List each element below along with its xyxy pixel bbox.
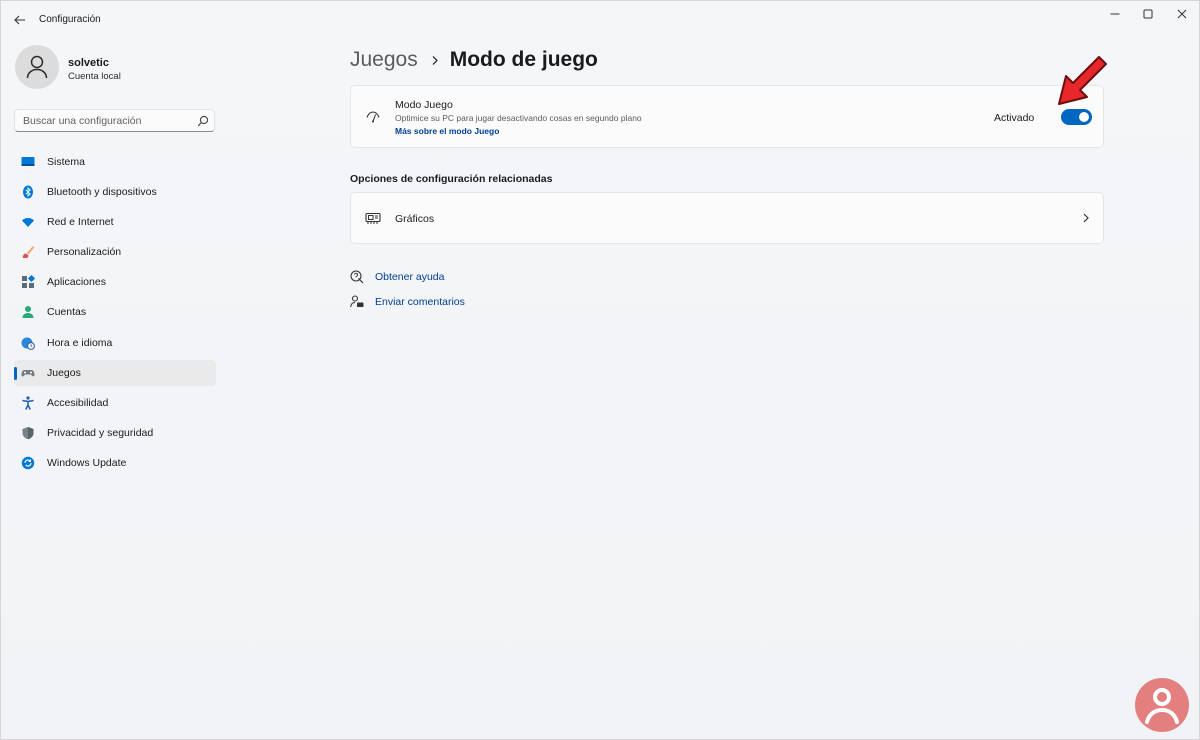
sidebar-item-label: Privacidad y seguridad xyxy=(47,426,154,439)
wifi-icon xyxy=(22,218,34,228)
graphics-card[interactable]: Gráficos xyxy=(350,192,1104,244)
sidebar-item-cuentas[interactable]: Cuentas xyxy=(14,299,216,325)
accessibility-icon xyxy=(22,396,34,410)
sidebar-item-privacidad[interactable]: Privacidad y seguridad xyxy=(14,420,216,446)
feedback-icon xyxy=(350,295,364,308)
minimize-icon xyxy=(1110,13,1120,15)
chevron-right-icon xyxy=(1083,213,1089,223)
app-title: Configuración xyxy=(39,14,101,25)
toggle-knob xyxy=(1079,112,1089,122)
send-feedback-label: Enviar comentarios xyxy=(375,296,465,308)
watermark-logo xyxy=(1135,678,1189,732)
sidebar-item-label: Juegos xyxy=(47,366,81,379)
globe-clock-icon xyxy=(21,337,35,350)
search-box[interactable] xyxy=(14,109,215,132)
game-mode-more-link[interactable]: Más sobre el modo Juego xyxy=(395,126,499,136)
user-name: solvetic xyxy=(68,57,109,69)
gamepad-icon xyxy=(21,369,35,377)
game-mode-icon xyxy=(366,111,380,123)
account-type: Cuenta local xyxy=(68,71,121,82)
breadcrumb: Juegos Modo de juego xyxy=(350,45,598,75)
chevron-right-icon xyxy=(431,55,439,66)
graphics-label: Gráficos xyxy=(395,213,435,225)
game-mode-toggle[interactable] xyxy=(1061,109,1092,125)
page-title: Modo de juego xyxy=(449,48,598,71)
minimize-button[interactable] xyxy=(1097,5,1133,23)
sidebar-item-red[interactable]: Red e Internet xyxy=(14,209,216,235)
sidebar-item-hora[interactable]: Hora e idioma xyxy=(14,330,216,356)
update-icon xyxy=(21,456,35,470)
sidebar-item-label: Sistema xyxy=(47,156,85,168)
person-icon xyxy=(22,306,34,319)
sidebar-item-sistema[interactable]: Sistema xyxy=(14,149,216,175)
sidebar-item-label: Aplicaciones xyxy=(47,276,106,289)
sidebar-item-juegos[interactable]: Juegos xyxy=(14,359,216,386)
game-mode-card: Modo Juego Optimice su PC para jugar des… xyxy=(350,85,1104,148)
title-bar: Configuración xyxy=(1,1,1199,37)
sidebar-item-aplicaciones[interactable]: Aplicaciones xyxy=(14,269,216,295)
arrow-left-icon xyxy=(14,15,25,25)
search-input[interactable] xyxy=(15,110,185,131)
game-mode-state-label: Activado xyxy=(994,112,1035,124)
maximize-icon xyxy=(1143,9,1153,19)
get-help-label: Obtener ayuda xyxy=(375,271,445,283)
close-button[interactable] xyxy=(1164,5,1200,23)
system-icon xyxy=(21,157,35,166)
sidebar-item-bluetooth[interactable]: Bluetooth y dispositivos xyxy=(14,179,216,205)
game-mode-description: Optimice su PC para jugar desactivando c… xyxy=(395,113,642,123)
search-icon[interactable] xyxy=(197,115,209,127)
brush-icon xyxy=(22,246,34,259)
active-indicator xyxy=(14,366,17,380)
apps-icon xyxy=(22,275,35,289)
sidebar-item-windows-update[interactable]: Windows Update xyxy=(14,450,216,476)
bluetooth-icon xyxy=(23,185,33,199)
sidebar-item-label: Accesibilidad xyxy=(47,396,109,409)
back-button[interactable] xyxy=(9,9,31,31)
close-icon xyxy=(1177,9,1187,19)
related-settings-heading: Opciones de configuración relacionadas xyxy=(350,173,553,185)
sidebar-nav: Sistema Bluetooth y dispositivos Red e I… xyxy=(14,149,216,480)
sidebar-item-accesibilidad[interactable]: Accesibilidad xyxy=(14,390,216,416)
avatar[interactable] xyxy=(15,45,59,89)
graphics-card-icon xyxy=(365,212,381,224)
red-arrow-icon xyxy=(1058,56,1107,105)
shield-icon xyxy=(22,426,34,440)
maximize-button[interactable] xyxy=(1130,5,1166,23)
help-icon xyxy=(350,270,364,284)
sidebar-item-label: Red e Internet xyxy=(47,216,114,229)
sidebar-item-label: Windows Update xyxy=(47,456,127,469)
sidebar-item-label: Bluetooth y dispositivos xyxy=(47,186,157,199)
user-icon xyxy=(26,55,48,79)
sidebar-item-label: Personalización xyxy=(47,246,122,259)
get-help-link[interactable]: Obtener ayuda xyxy=(350,269,444,285)
sidebar-item-label: Hora e idioma xyxy=(47,336,113,349)
sidebar-item-personalizacion[interactable]: Personalización xyxy=(14,239,216,265)
game-mode-title: Modo Juego xyxy=(395,99,453,111)
breadcrumb-parent[interactable]: Juegos xyxy=(350,48,418,72)
send-feedback-link[interactable]: Enviar comentarios xyxy=(350,294,465,310)
settings-window: Configuración solvetic Cuenta local Busc… xyxy=(0,0,1200,740)
sidebar-item-label: Cuentas xyxy=(47,306,87,319)
